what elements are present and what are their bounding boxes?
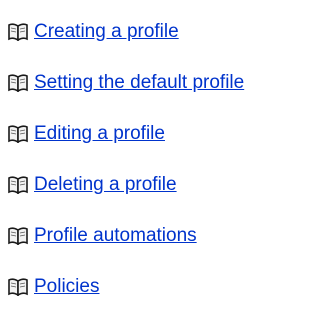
topic-link-deleting-profile[interactable]: Deleting a profile <box>34 174 177 196</box>
topic-link-editing-profile[interactable]: Editing a profile <box>34 123 165 145</box>
list-item: Deleting a profile <box>8 159 244 210</box>
book-icon <box>8 226 28 245</box>
book-icon <box>8 73 28 92</box>
topic-link-default-profile[interactable]: Setting the default profile <box>34 72 244 94</box>
list-item: Setting the default profile <box>8 57 244 108</box>
list-item: Policies <box>8 261 244 312</box>
book-icon <box>8 124 28 143</box>
book-icon <box>8 277 28 296</box>
topic-link-profile-automations[interactable]: Profile automations <box>34 225 197 247</box>
list-item: Profile automations <box>8 210 244 261</box>
list-item: Creating a profile <box>8 6 244 57</box>
topic-list: Creating a profile Setting the default p… <box>8 6 244 312</box>
list-item: Editing a profile <box>8 108 244 159</box>
topic-link-creating-profile[interactable]: Creating a profile <box>34 21 179 43</box>
book-icon <box>8 175 28 194</box>
book-icon <box>8 22 28 41</box>
topic-link-policies[interactable]: Policies <box>34 276 99 298</box>
